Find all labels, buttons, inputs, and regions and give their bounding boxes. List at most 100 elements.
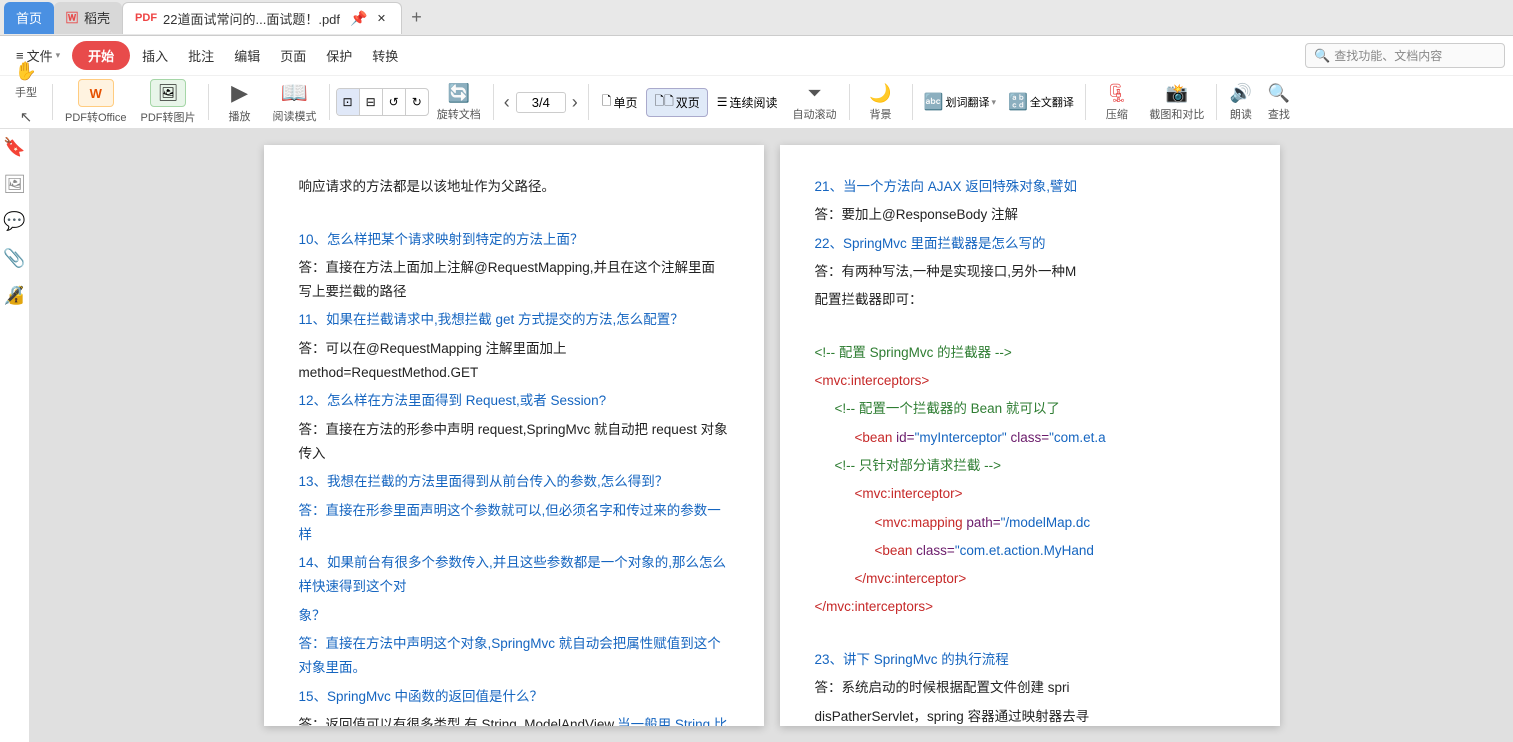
sidebar-image[interactable]: 🖼 — [3, 174, 26, 195]
pdf-line: 答：返回值可以有很多类型,有 String, ModelAndView,当一般用… — [299, 713, 729, 726]
pdf-office-icon: W — [90, 86, 102, 101]
sidebar-bookmark[interactable]: 🔖 — [3, 137, 25, 158]
continuous-read-button[interactable]: ☰ 连续阅读 — [710, 91, 785, 114]
pdf-to-office-button[interactable]: W PDF转Office — [59, 76, 133, 128]
double-page-button[interactable]: 🗋🗋 双页 — [646, 88, 707, 117]
prev-page-button[interactable]: ‹ — [500, 90, 514, 115]
file-arrow: ▾ — [56, 50, 61, 61]
pdf-page-right: 21、当一个方法向 AJAX 返回特殊对象,譬如 答：要加上@ResponseB… — [780, 145, 1280, 726]
screenshot-compare-button[interactable]: 📸 截图和对比 — [1144, 80, 1210, 125]
pdf-line: 15、SpringMvc 中函数的返回值是什么？ — [299, 685, 729, 709]
pdf-line: disPatherServlet，spring 容器通过映射器去寻 — [815, 705, 1245, 726]
pdf-line: 答：有两种写法,一种是实现接口,另外一种M — [815, 260, 1245, 284]
pdf-line: </mvc:interceptors> — [815, 595, 1245, 619]
rotate-doc-button[interactable]: 🔄 旋转文档 — [431, 80, 487, 125]
menu-insert[interactable]: 插入 — [134, 42, 176, 69]
play-icon: ▶ — [231, 80, 248, 106]
background-icon: 🌙 — [869, 83, 891, 104]
tab-bar: 首页 🅆 稻壳 PDF 22道面试常问的...面试题！.pdf 📌 ✕ + — [0, 0, 1513, 36]
full-translate-button[interactable]: 🔡 全文翻译 — [1003, 89, 1079, 115]
divider3 — [329, 84, 330, 120]
pdf-line: <bean id="myInterceptor" class="com.et.a — [815, 426, 1245, 450]
pdf-line: <bean class="com.et.action.MyHand — [815, 539, 1245, 563]
rotate-right-icon: ↻ — [412, 95, 422, 109]
sidebar-attachment[interactable]: 📎 — [3, 248, 25, 269]
play-button[interactable]: ▶ 播放 — [215, 77, 265, 127]
search-box[interactable]: 🔍 查找功能、文档内容 — [1305, 43, 1505, 68]
tab-home[interactable]: 首页 — [4, 2, 54, 34]
divider2 — [208, 84, 209, 120]
toolbar-row2: ✋ 手型 ↖ 选择 W PDF转Office 🖼 PDF转图片 — [0, 76, 1513, 128]
fit-page-button[interactable]: ⊡ — [337, 89, 360, 115]
pdf-line: <!-- 只针对部分请求拦截 --> — [815, 454, 1245, 478]
continuous-icon: ☰ — [717, 95, 728, 109]
new-tab-button[interactable]: + — [402, 4, 430, 32]
read-aloud-button[interactable]: 🔊 朗读 — [1223, 80, 1259, 125]
single-page-button[interactable]: 🗋 单页 — [595, 89, 645, 116]
pdf-page-left: 响应请求的方法都是以该地址作为父路径。 10、怎么样把某个请求映射到特定的方法上… — [264, 145, 764, 726]
fit-width-icon: ⊟ — [366, 95, 376, 109]
screenshot-icon: 📸 — [1166, 83, 1188, 104]
tab-pdf[interactable]: PDF 22道面试常问的...面试题！.pdf 📌 ✕ — [122, 2, 402, 34]
pdf-line: 12、怎么样在方法里面得到 Request,或者 Session? — [299, 389, 729, 413]
pdf-line: <!-- 配置一个拦截器的 Bean 就可以了 — [815, 397, 1245, 421]
marking-translate-label: 划词翻译 — [945, 94, 989, 110]
pdf-line: 响应请求的方法都是以该地址作为父路径。 — [299, 175, 729, 199]
marking-arrow: ▾ — [991, 97, 996, 108]
pdf-line: <mvc:interceptor> — [815, 482, 1245, 506]
menu-annotate[interactable]: 批注 — [180, 42, 222, 69]
pin-icon[interactable]: 📌 — [350, 10, 367, 27]
wps-icon: 🅆 — [66, 9, 78, 26]
pdf-line: 答：要加上@ResponseBody 注解 — [815, 203, 1245, 227]
fit-page-icon: ⊡ — [343, 95, 353, 109]
left-sidebar: 🔖 🖼 💬 📎 🔏 — [0, 129, 30, 742]
hand-tool-button[interactable]: ✋ 手型 — [8, 58, 44, 103]
pdf-line: 答：可以在@RequestMapping 注解里面加上 method=Reque… — [299, 337, 729, 386]
read-mode-button[interactable]: 📖 阅读模式 — [267, 77, 323, 127]
full-translate-icon: 🔡 — [1008, 92, 1028, 112]
pdf-line: 答：直接在方法中声明这个对象,SpringMvc 就自动会把属性赋值到这个对象里… — [299, 632, 729, 681]
rotate-left-button[interactable]: ↺ — [383, 89, 406, 115]
auto-scroll-button[interactable]: ⏷ 自动滚动 — [787, 80, 843, 125]
pdf-line: 21、当一个方法向 AJAX 返回特殊对象,譬如 — [815, 175, 1245, 199]
auto-scroll-icon: ⏷ — [807, 83, 821, 104]
page-input[interactable] — [516, 92, 566, 113]
menu-edit[interactable]: 编辑 — [226, 42, 268, 69]
toolbar-row1: ≡ 文件 ▾ 开始 插入 批注 编辑 页面 保护 转换 🔍 查找功能、文档内容 — [0, 36, 1513, 76]
divider7 — [912, 84, 913, 120]
menu-protect[interactable]: 保护 — [318, 42, 360, 69]
fit-width-button[interactable]: ⊟ — [360, 89, 383, 115]
menu-page[interactable]: 页面 — [272, 42, 314, 69]
find-button[interactable]: 🔍 查找 — [1261, 80, 1297, 125]
content-area: 响应请求的方法都是以该地址作为父路径。 10、怎么样把某个请求映射到特定的方法上… — [30, 129, 1513, 742]
rotate-right-button[interactable]: ↻ — [406, 89, 428, 115]
full-translate-label: 全文翻译 — [1030, 94, 1074, 110]
compress-button[interactable]: 🗜 压缩 — [1092, 80, 1142, 125]
marking-translate-icon: 🔤 — [924, 92, 944, 112]
pdf-line: 答：直接在形参里面声明这个参数就可以,但必须名字和传过来的参数一样 — [299, 499, 729, 548]
tab-pdf-label: 22道面试常问的...面试题！.pdf — [163, 9, 340, 28]
double-page-icon: 🗋🗋 — [654, 92, 673, 113]
tab-wps-label: 稻壳 — [84, 8, 110, 27]
background-button[interactable]: 🌙 背景 — [856, 80, 906, 125]
start-button[interactable]: 开始 — [72, 41, 130, 70]
single-page-icon: 🗋 — [602, 92, 612, 113]
pdf-pages: 响应请求的方法都是以该地址作为父路径。 10、怎么样把某个请求映射到特定的方法上… — [30, 129, 1513, 742]
divider6 — [849, 84, 850, 120]
tab-wps[interactable]: 🅆 稻壳 — [54, 2, 122, 34]
sidebar-comment[interactable]: 💬 — [3, 211, 25, 232]
divider5 — [588, 84, 589, 120]
pdf-line: 14、如果前台有很多个参数传入,并且这些参数都是一个对象的,那么怎么样快速得到这… — [299, 551, 729, 600]
pdf-to-image-button[interactable]: 🖼 PDF转图片 — [135, 76, 202, 128]
next-page-button[interactable]: › — [568, 90, 582, 115]
menu-convert[interactable]: 转换 — [364, 42, 406, 69]
marking-translate-button[interactable]: 🔤 划词翻译 ▾ — [919, 89, 1001, 115]
toolbar: ≡ 文件 ▾ 开始 插入 批注 编辑 页面 保护 转换 🔍 查找功能、文档内容 — [0, 36, 1513, 129]
main-area: 🔖 🖼 💬 📎 🔏 响应请求的方法都是以该地址作为父路径。 10、怎么样把某个请… — [0, 129, 1513, 742]
pdf-line: 10、怎么样把某个请求映射到特定的方法上面？ — [299, 228, 729, 252]
pdf-line: 配置拦截器即可： — [815, 288, 1245, 312]
divider8 — [1085, 84, 1086, 120]
sidebar-stamp[interactable]: 🔏 — [3, 285, 25, 306]
book-icon: 📖 — [281, 80, 308, 106]
tab-close-button[interactable]: ✕ — [373, 10, 389, 26]
